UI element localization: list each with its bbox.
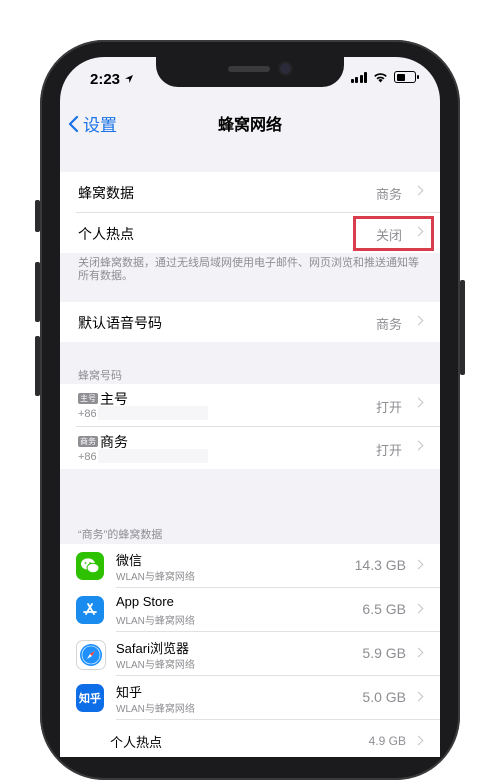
app-row-zhihu[interactable]: 知乎 知乎 WLAN与蜂窝网络 5.0 GB [60, 676, 440, 720]
usage-header: “商务”的蜂窝数据 [78, 529, 163, 541]
number-row-primary[interactable]: 主号 主号 +86 打开 [76, 384, 440, 427]
cellular-data-row[interactable]: 蜂窝数据 商务 [76, 172, 440, 213]
app-row-personal-hotspot[interactable]: 个人热点 4.9 GB [60, 720, 440, 757]
location-arrow-icon [125, 75, 134, 83]
volume-down-button [35, 336, 40, 396]
battery-icon [394, 71, 419, 83]
row-value: 打开 [375, 400, 402, 415]
zhihu-icon: 知乎 [76, 684, 104, 712]
speaker [228, 66, 270, 72]
chevron-right-icon [413, 185, 424, 196]
redacted-number [98, 449, 208, 463]
safari-icon [76, 640, 106, 670]
app-subtitle: WLAN与蜂窝网络 [116, 616, 195, 627]
row-value: 商务 [375, 187, 402, 202]
app-name: App Store [116, 594, 174, 609]
app-usage: 4.9 GB [368, 734, 406, 748]
app-name: 个人热点 [110, 735, 163, 750]
chevron-right-icon [413, 440, 424, 451]
chevron-right-icon [413, 735, 424, 746]
app-usage: 6.5 GB [362, 601, 406, 617]
row-label: 个人热点 [78, 226, 134, 242]
sim-badge: 主号 [78, 393, 98, 404]
status-time: 2:23 [90, 71, 134, 88]
volume-up-button [35, 262, 40, 322]
chevron-right-icon [413, 397, 424, 408]
silent-switch [35, 200, 40, 232]
navigation-bar: 设置 蜂窝网络 [60, 105, 440, 145]
number-row-business[interactable]: 商务 商务 +86 打开 [76, 427, 440, 469]
numbers-header: 蜂窝号码 [78, 370, 122, 382]
numbers-group: 主号 主号 +86 打开 商务 商务 +86 打开 [60, 384, 440, 469]
cellular-note: 关闭蜂窝数据，通过无线局域网使用电子邮件、网页浏览和推送通知等所有数据。 [78, 257, 419, 282]
app-usage: 5.0 GB [362, 689, 406, 705]
wechat-icon [76, 552, 104, 580]
phone-number: +86 [78, 451, 97, 463]
wifi-icon [374, 72, 387, 82]
chevron-right-icon [413, 647, 424, 658]
app-store-icon [76, 596, 104, 624]
row-value: 打开 [375, 443, 402, 458]
screen: 2:23 设置 蜂窝网络 蜂窝数据 商务 个人热点 关闭 关闭蜂窝数据，通过无线… [60, 57, 440, 757]
side-button [460, 280, 465, 375]
app-row-app-store[interactable]: App Store WLAN与蜂窝网络 6.5 GB [60, 588, 440, 632]
app-subtitle: WLAN与蜂窝网络 [116, 572, 195, 583]
chevron-right-icon [413, 691, 424, 702]
app-name: Safari浏览器 [116, 641, 189, 656]
app-subtitle: WLAN与蜂窝网络 [116, 704, 195, 715]
phone-number: +86 [78, 408, 97, 420]
sim-badge: 商务 [78, 436, 98, 447]
row-label: 蜂窝数据 [78, 185, 134, 201]
row-label: 默认语音号码 [78, 315, 162, 331]
chevron-right-icon [413, 603, 424, 614]
app-name: 知乎 [116, 685, 143, 700]
app-name: 微信 [116, 553, 143, 568]
page-title: 蜂窝网络 [217, 117, 282, 134]
voice-group: 默认语音号码 商务 [60, 302, 440, 342]
notch [156, 57, 344, 87]
highlight-box [353, 216, 434, 251]
app-row-safari[interactable]: Safari浏览器 WLAN与蜂窝网络 5.9 GB [60, 632, 440, 676]
app-row-wechat[interactable]: 微信 WLAN与蜂窝网络 14.3 GB [60, 544, 440, 588]
app-subtitle: WLAN与蜂窝网络 [116, 660, 195, 671]
usage-group: 微信 WLAN与蜂窝网络 14.3 GB App Store WLAN与蜂窝网络… [60, 544, 440, 757]
app-usage: 14.3 GB [354, 557, 406, 573]
chevron-right-icon [413, 559, 424, 570]
cellular-signal-icon [350, 71, 367, 83]
chevron-right-icon [413, 315, 424, 326]
row-value: 商务 [375, 317, 402, 332]
redacted-number [98, 406, 208, 420]
default-voice-number-row[interactable]: 默认语音号码 商务 [76, 302, 440, 342]
app-usage: 5.9 GB [362, 645, 406, 661]
status-icons [350, 71, 419, 83]
front-camera [280, 63, 291, 74]
